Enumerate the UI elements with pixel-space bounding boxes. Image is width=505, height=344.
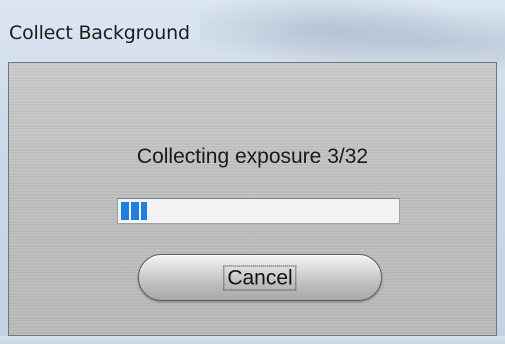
progress-bar (117, 198, 400, 224)
status-message: Collecting exposure 3/32 (136, 145, 369, 168)
cancel-button-label: Cancel (223, 265, 297, 290)
titlebar-background (200, 0, 505, 70)
collect-background-window: Collect Background Collecting exposure 3… (0, 0, 505, 344)
cancel-button[interactable]: Cancel (138, 254, 382, 301)
progress-fill (121, 202, 147, 220)
window-bottom-edge (0, 336, 505, 344)
window-title: Collect Background (9, 22, 190, 44)
